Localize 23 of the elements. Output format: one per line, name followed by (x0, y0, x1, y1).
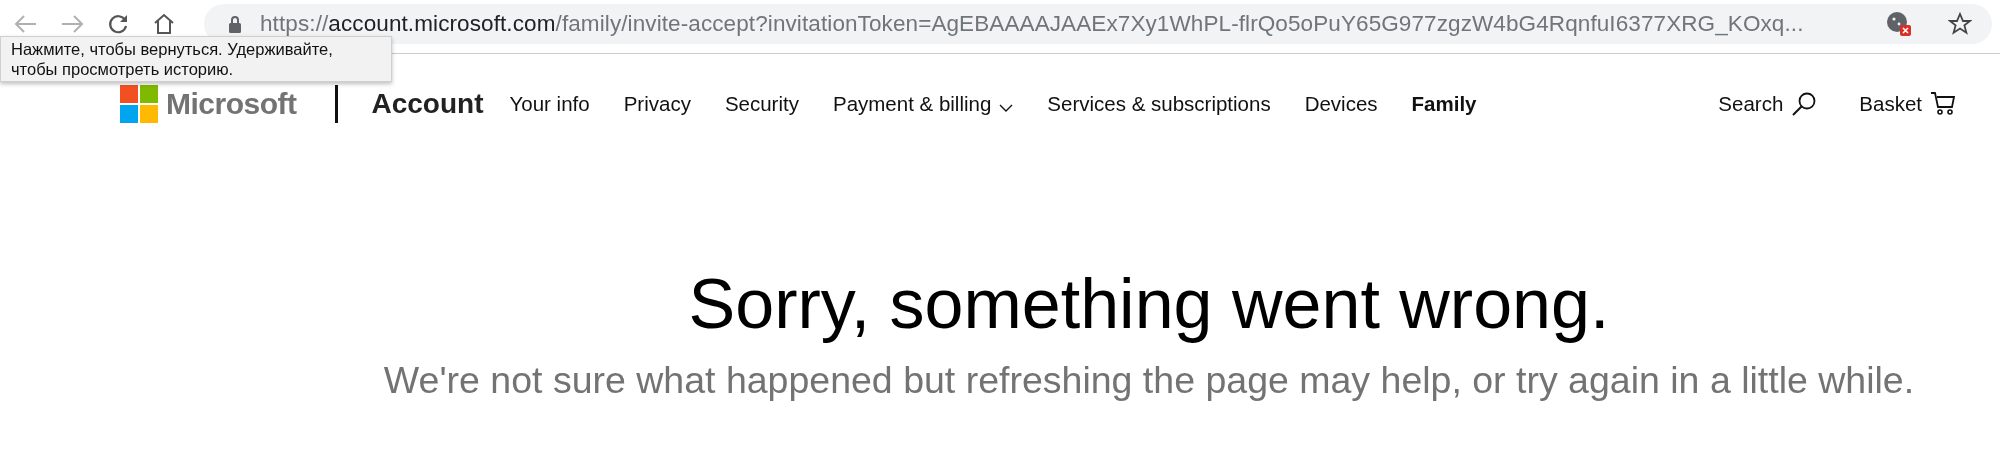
logo-icon[interactable] (120, 85, 158, 123)
star-icon[interactable] (1948, 12, 1972, 36)
nav-link[interactable]: Privacy (623, 92, 691, 116)
error-title: Sorry, something went wrong. (687, 264, 1611, 345)
search-button[interactable]: Search (1718, 91, 1818, 117)
nav-link[interactable]: Your info (509, 92, 590, 116)
home-icon[interactable] (152, 12, 176, 36)
cart-icon (1930, 91, 1956, 117)
nav-link[interactable]: Security (724, 92, 799, 116)
reload-icon[interactable] (106, 12, 130, 36)
search-icon (1791, 91, 1818, 117)
basket-button[interactable]: Basket (1859, 91, 1956, 117)
nav-link[interactable]: Family (1411, 92, 1477, 116)
url-text: https://account.microsoft.com/family/invite-accept?invitationToken=AgEBAAAAJAAEx7Xy1WhPL-flrQo5oPuY65G977zgzW4bG4RqnfuI6377XRG_KOxq... (260, 12, 1804, 36)
nav-link[interactable]: Payment & billing (832, 92, 1014, 116)
section-title[interactable]: Account (371, 88, 484, 120)
lock-icon (228, 15, 242, 33)
brand-name: Microsoft (166, 87, 297, 121)
error-message: We're not sure what happened but refreshing the page may help, or try again in a little while. (382, 358, 1916, 402)
cookie-blocked-icon[interactable] (1886, 11, 1912, 37)
tooltip: Нажмите, чтобы вернуться. Удерживайте, чтобы просмотреть историю. (0, 36, 392, 82)
nav-link[interactable]: Devices (1304, 92, 1378, 116)
nav-link[interactable]: Services & subscriptions (1047, 92, 1271, 116)
